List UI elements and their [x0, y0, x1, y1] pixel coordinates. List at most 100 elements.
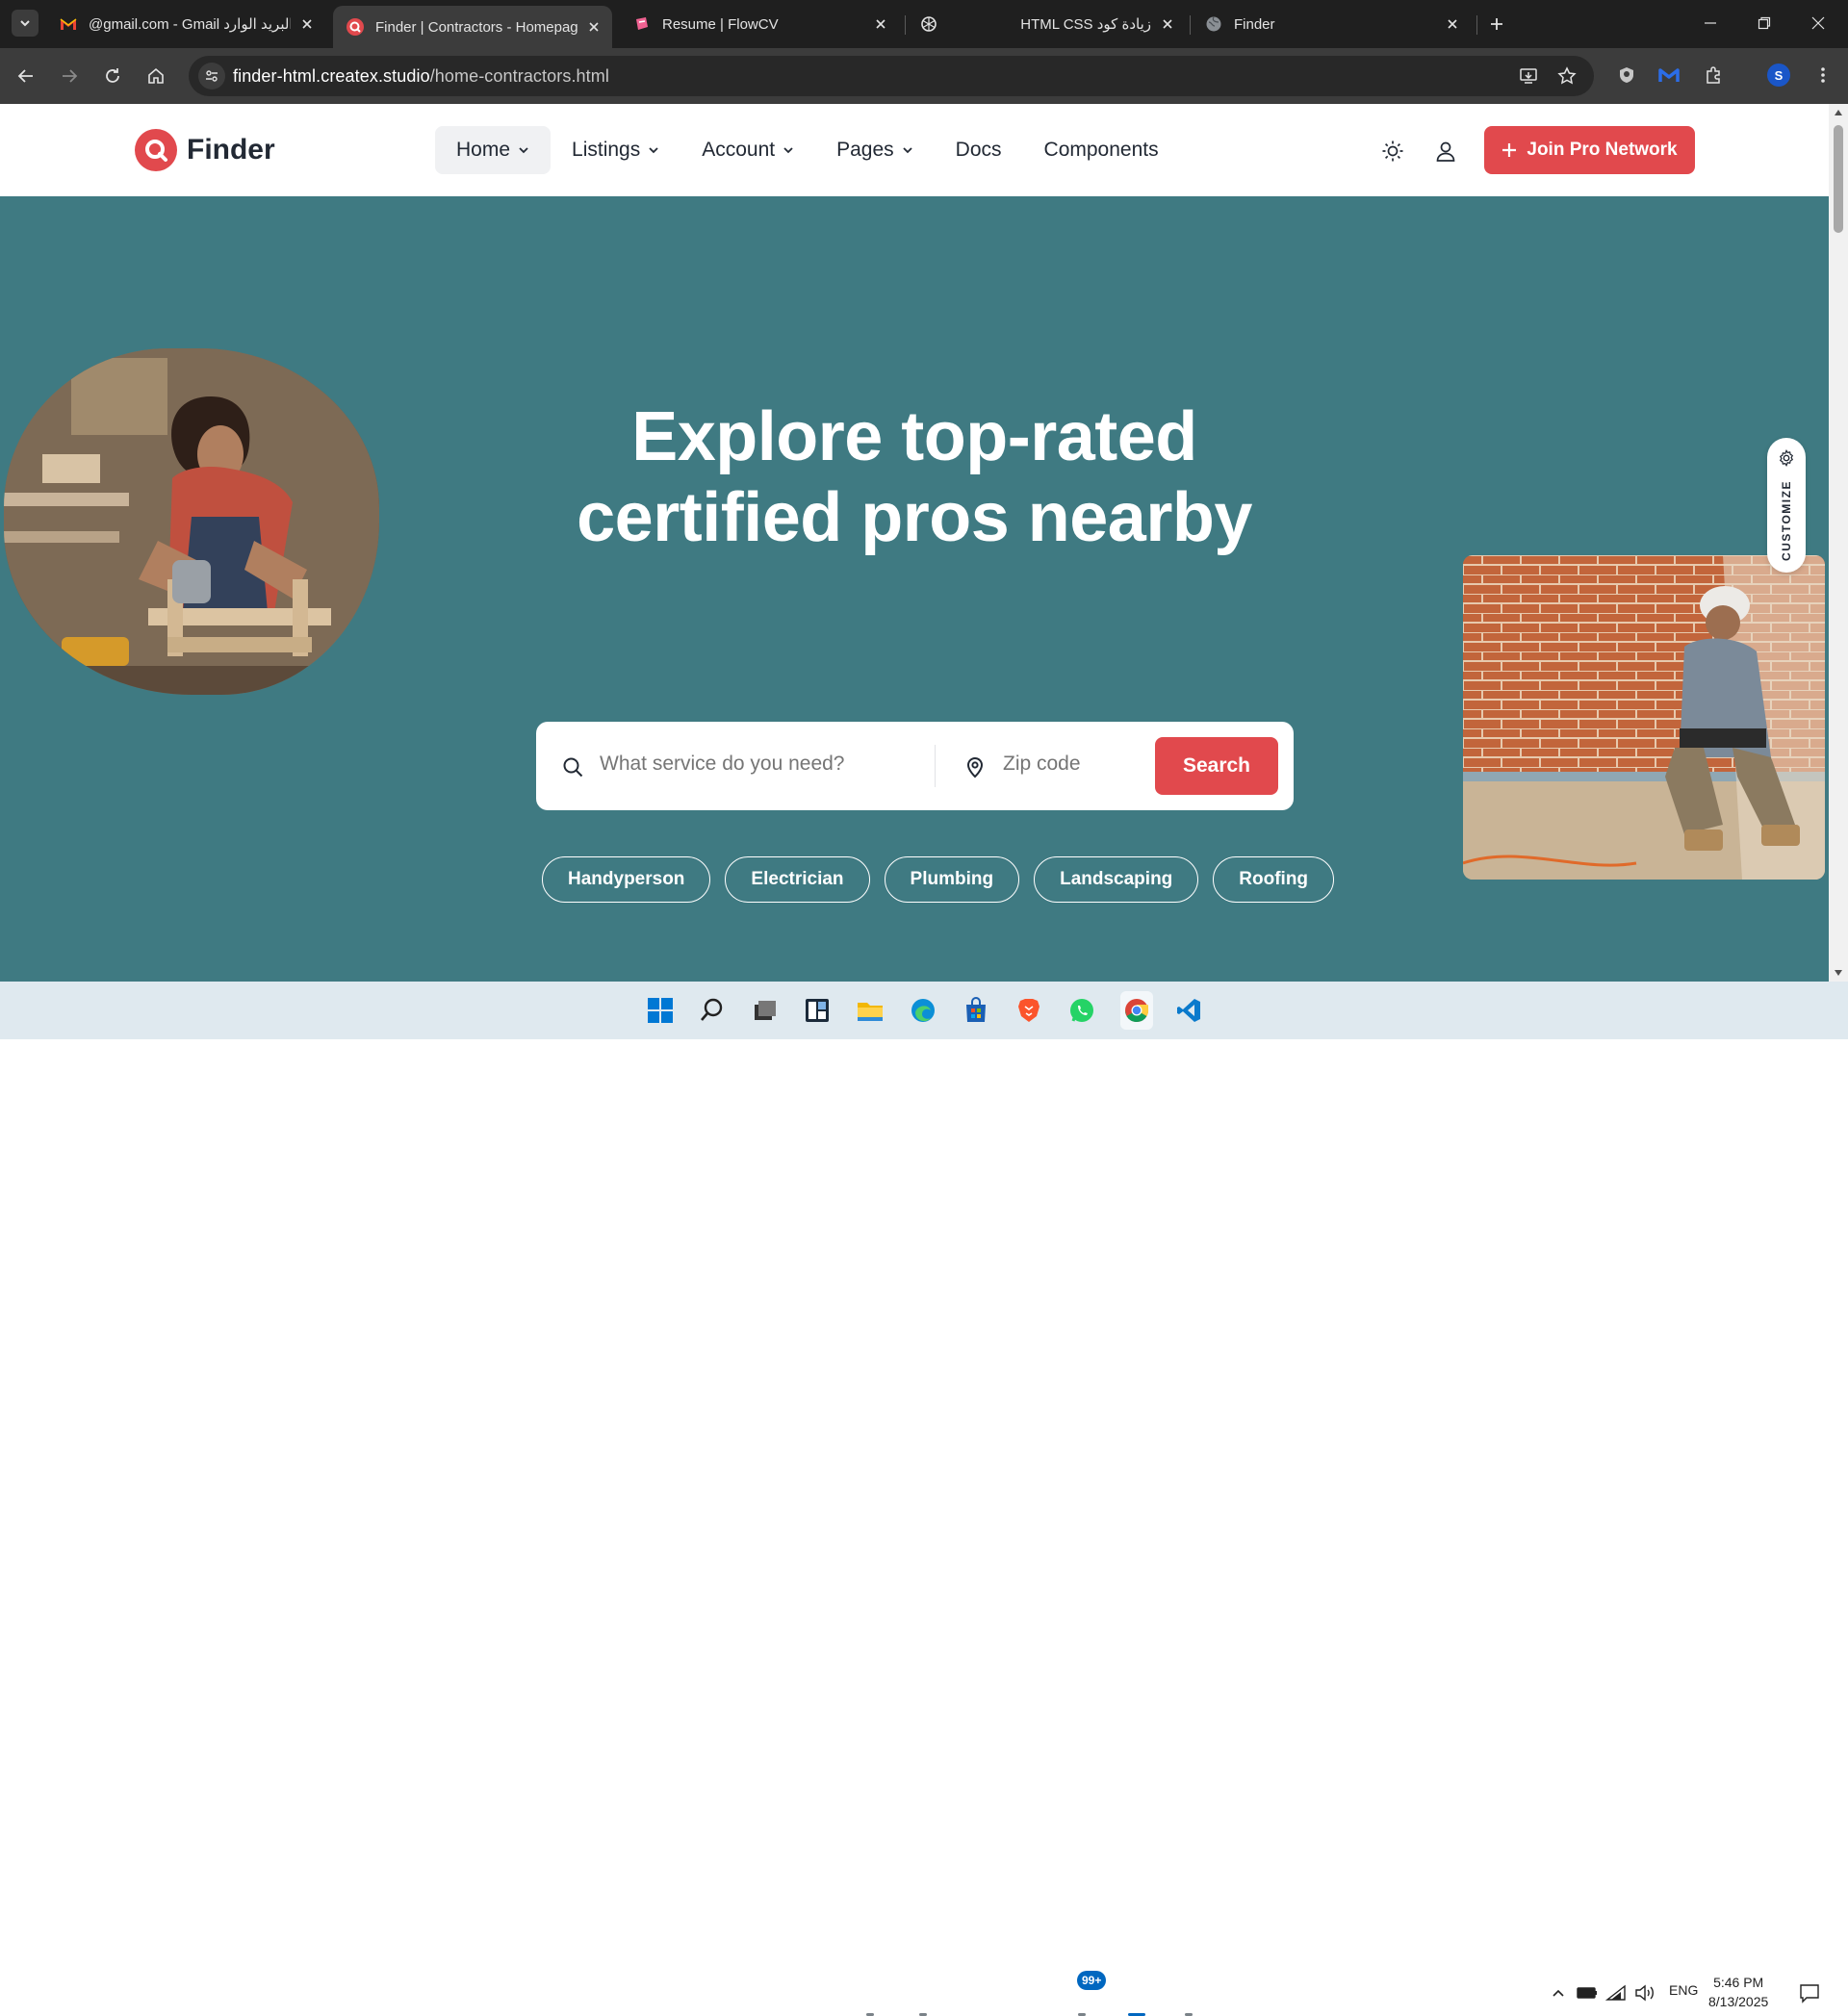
close-icon[interactable] — [585, 18, 603, 36]
reload-button[interactable] — [98, 62, 127, 90]
service-search-input[interactable] — [600, 753, 908, 776]
hero-title-line1: Explore top-rated — [631, 398, 1197, 475]
finder-icon — [346, 18, 364, 36]
widgets-icon[interactable] — [802, 995, 833, 1026]
arrow-left-icon — [17, 69, 33, 83]
brave-browser-icon[interactable] — [1014, 995, 1044, 1026]
notification-center-icon[interactable] — [1797, 1980, 1822, 2005]
close-icon[interactable] — [1159, 15, 1176, 33]
microsoft-store-icon[interactable] — [961, 995, 991, 1026]
chip-handyperson[interactable]: Handyperson — [542, 856, 711, 903]
chatgpt-icon — [920, 15, 937, 33]
main-navigation: Home Listings Account Pages Docs Compone… — [435, 126, 1180, 174]
bookmark-star-icon[interactable] — [1555, 64, 1578, 88]
zip-code-input[interactable] — [1003, 753, 1138, 776]
user-account-icon[interactable] — [1432, 138, 1459, 165]
vscode-icon[interactable] — [1173, 995, 1204, 1026]
arrow-right-icon — [63, 69, 78, 83]
search-button[interactable]: Search — [1155, 737, 1278, 795]
tab-finder-contractors[interactable]: Finder | Contractors - Homepage — [333, 6, 612, 48]
site-logo[interactable]: Finder — [135, 129, 275, 171]
show-hidden-icons-chevron-up-icon[interactable] — [1548, 1982, 1569, 2003]
tab-gmail[interactable]: @gmail.com - Gmail البريد الوارد — [46, 6, 325, 42]
more-menu-icon[interactable] — [1810, 62, 1836, 89]
chip-landscaping[interactable]: Landscaping — [1034, 856, 1199, 903]
home-button[interactable] — [141, 62, 170, 90]
new-tab-button[interactable] — [1485, 13, 1508, 36]
windows-taskbar: 99+ ENG 5:46 PM 8/13/2025 — [0, 982, 1848, 2016]
chevron-down-icon — [783, 147, 793, 154]
nav-item-home[interactable]: Home — [435, 126, 552, 174]
install-app-icon[interactable] — [1517, 64, 1540, 88]
edge-browser-icon[interactable] — [908, 995, 938, 1026]
input-language[interactable]: ENG — [1669, 1982, 1698, 1998]
windows-start-icon[interactable] — [645, 995, 676, 1026]
scrollbar-thumb[interactable] — [1834, 125, 1843, 233]
system-clock[interactable]: 5:46 PM 8/13/2025 — [1708, 1973, 1768, 2011]
whatsapp-notification-badge: 99+ — [1077, 1971, 1107, 1990]
nav-label: Account — [702, 139, 776, 161]
scroll-down-arrow-icon[interactable] — [1834, 968, 1843, 978]
nav-item-components[interactable]: Components — [1023, 126, 1180, 174]
construction-worker-photo — [1463, 555, 1825, 880]
close-icon[interactable] — [1444, 15, 1461, 33]
task-view-icon[interactable] — [749, 995, 780, 1026]
address-bar[interactable]: finder-html.createx.studio/home-contract… — [189, 56, 1594, 96]
nav-item-listings[interactable]: Listings — [551, 126, 680, 174]
browser-tab-strip: @gmail.com - Gmail البريد الوارد Finder … — [0, 0, 1848, 48]
nav-label: Home — [456, 139, 511, 161]
search-icon[interactable] — [697, 995, 728, 1026]
close-icon[interactable] — [298, 15, 316, 33]
tab-title: Finder | Contractors - Homepage — [375, 18, 578, 36]
restore-button[interactable] — [1750, 10, 1779, 37]
extensions-puzzle-icon[interactable] — [1701, 62, 1728, 89]
page-scrollbar[interactable] — [1829, 104, 1848, 982]
tab-flowcv[interactable]: Resume | FlowCV — [620, 6, 899, 42]
flowcv-icon — [633, 15, 651, 33]
site-info-icon[interactable] — [198, 63, 225, 89]
forward-button[interactable] — [55, 62, 84, 90]
search-icon — [560, 754, 585, 779]
site-header: Finder Home Listings Account Pages Docs — [0, 104, 1829, 196]
profile-avatar[interactable]: S — [1767, 64, 1790, 87]
shield-extension-icon[interactable] — [1613, 62, 1640, 89]
minimize-button[interactable] — [1696, 10, 1725, 37]
nav-label: Components — [1043, 139, 1159, 161]
tab-search-button[interactable] — [12, 10, 38, 37]
nav-item-docs[interactable]: Docs — [935, 126, 1023, 174]
metamask-extension-icon[interactable] — [1656, 62, 1682, 89]
restore-icon — [1758, 16, 1771, 30]
gear-icon — [1779, 449, 1794, 467]
chip-roofing[interactable]: Roofing — [1213, 856, 1335, 903]
chip-electrician[interactable]: Electrician — [725, 856, 870, 903]
tab-separator — [905, 15, 906, 35]
chrome-browser-icon[interactable] — [1120, 991, 1153, 1030]
nav-item-account[interactable]: Account — [680, 126, 815, 174]
nav-label: Pages — [836, 139, 894, 161]
tab-finder[interactable]: Finder — [1192, 6, 1471, 42]
wifi-icon[interactable] — [1605, 1982, 1627, 2003]
minimize-icon — [1705, 22, 1716, 24]
battery-icon[interactable] — [1577, 1982, 1598, 2003]
whatsapp-icon[interactable] — [1066, 995, 1097, 1026]
customize-label: CUSTOMIZE — [1780, 480, 1793, 561]
scroll-up-arrow-icon[interactable] — [1834, 108, 1843, 117]
back-button[interactable] — [12, 62, 40, 90]
theme-toggle-sun-icon[interactable] — [1379, 138, 1406, 165]
customize-panel-toggle[interactable]: CUSTOMIZE — [1767, 438, 1806, 573]
tab-chatgpt[interactable]: HTML CSS زيادة كود — [907, 6, 1186, 42]
plus-icon — [1502, 143, 1517, 157]
chevron-down-icon — [20, 20, 30, 27]
join-pro-network-button[interactable]: Join Pro Network — [1484, 126, 1695, 174]
clock-time: 5:46 PM — [1713, 1975, 1764, 1990]
nav-item-pages[interactable]: Pages — [815, 126, 935, 174]
hero-title: Explore top-rated certified pros nearby — [443, 396, 1386, 558]
service-search-form: Search — [536, 722, 1294, 810]
close-window-button[interactable] — [1804, 10, 1833, 37]
url-host: finder-html.createx.studio — [233, 66, 430, 86]
file-explorer-icon[interactable] — [855, 995, 886, 1026]
hero-section: Explore top-rated certified pros nearby … — [0, 196, 1829, 982]
chip-plumbing[interactable]: Plumbing — [884, 856, 1020, 903]
close-icon[interactable] — [872, 15, 889, 33]
volume-icon[interactable] — [1634, 1982, 1656, 2003]
